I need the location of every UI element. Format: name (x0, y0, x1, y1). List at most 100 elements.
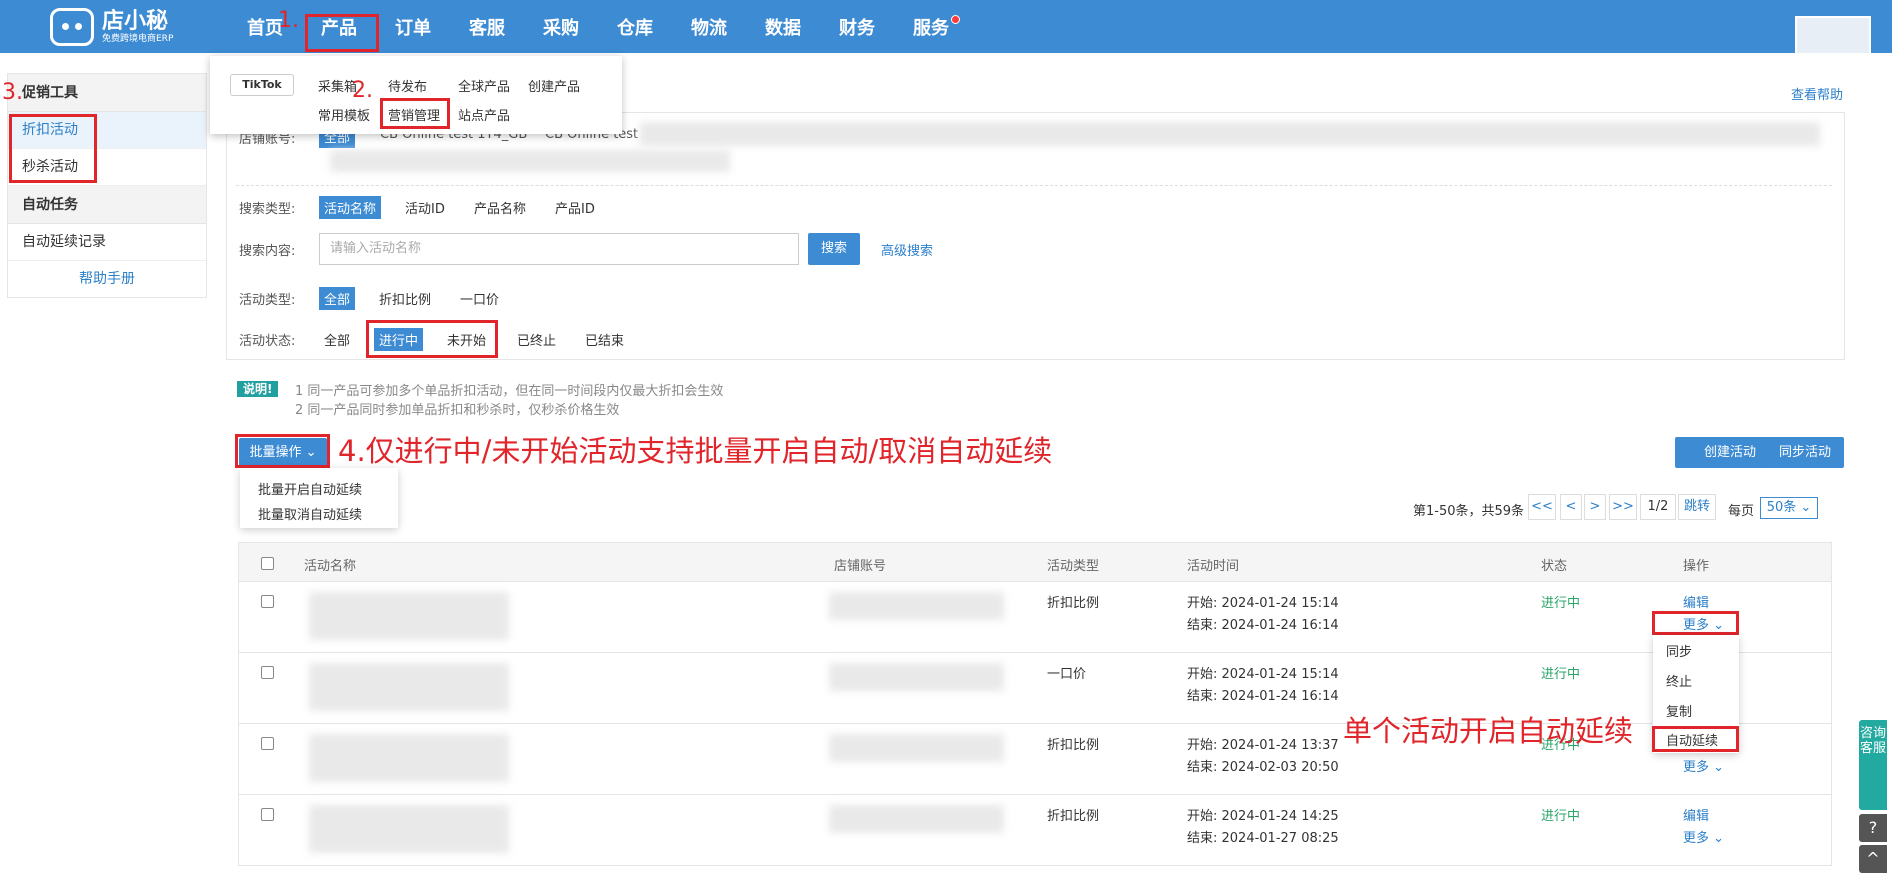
status-badge: 进行中 (1541, 667, 1581, 682)
more-link[interactable]: 更多 ⌄ (1683, 756, 1724, 775)
menu-create-product[interactable]: 创建产品 (528, 76, 580, 95)
nav-logistics[interactable]: 物流 (672, 0, 746, 53)
batch-cancel-auto-renew[interactable]: 批量取消自动延续 (258, 504, 362, 523)
table-row: 折扣比例 开始: 2024-01-24 15:14 结束: 2024-01-24… (238, 582, 1832, 653)
pager-last[interactable]: >> (1609, 494, 1637, 520)
activity-type-all[interactable]: 全部 (319, 287, 356, 310)
customer-service-button[interactable]: 咨询客服 (1859, 720, 1887, 810)
annotation-step-5: 单个活动开启自动延续 (1343, 714, 1634, 748)
cell-end: 结束: 2024-01-27 08:25 (1187, 831, 1339, 846)
activity-type-fixed-price[interactable]: 一口价 (455, 287, 504, 310)
help-question-icon[interactable]: ? (1859, 814, 1887, 842)
th-operation: 操作 (1683, 559, 1710, 574)
nav-product[interactable]: 产品 (302, 0, 376, 53)
left-sidebar: 促销工具 折扣活动 秒杀活动 自动任务 自动延续记录 帮助手册 (7, 73, 207, 298)
back-to-top-icon[interactable]: ^ (1859, 845, 1887, 873)
activity-type-discount[interactable]: 折扣比例 (374, 287, 436, 310)
more-sync[interactable]: 同步 (1666, 641, 1692, 660)
search-type-product-name[interactable]: 产品名称 (469, 196, 531, 219)
more-link[interactable]: 更多 ⌄ (1683, 614, 1724, 633)
nav-services-label: 服务 (913, 17, 949, 39)
status-ended[interactable]: 已结束 (580, 328, 629, 351)
sidebar-help-manual[interactable]: 帮助手册 (8, 261, 206, 297)
menu-marketing[interactable]: 营销管理 (388, 105, 440, 124)
row-checkbox[interactable] (261, 737, 274, 750)
search-input[interactable]: 请输入活动名称 (319, 233, 799, 265)
search-button[interactable]: 搜索 (808, 233, 860, 265)
batch-dropdown-menu: 批量开启自动延续 批量取消自动延续 (240, 468, 398, 528)
product-dropdown-menu: TikTok 采集箱 待发布 全球产品 创建产品 常用模板 营销管理 站点产品 (210, 56, 622, 134)
help-link[interactable]: 查看帮助 (1791, 84, 1843, 103)
notification-dot (951, 15, 960, 24)
nav-finance[interactable]: 财务 (820, 0, 894, 53)
blurred-activity-name (309, 592, 509, 640)
status-all[interactable]: 全部 (319, 328, 355, 351)
pager-summary: 第1-50条，共59条 (1413, 504, 1525, 519)
more-label: 更多 (1683, 760, 1710, 775)
nav-purchase[interactable]: 采购 (524, 0, 598, 53)
nav-service[interactable]: 客服 (450, 0, 524, 53)
per-page-value: 50条 (1766, 500, 1797, 515)
sync-activity-button[interactable]: 同步活动 (1766, 437, 1844, 468)
pager-jump[interactable]: 跳转 (1678, 494, 1716, 520)
row-checkbox[interactable] (261, 808, 274, 821)
th-activity-type: 活动类型 (1047, 559, 1100, 574)
cell-start: 开始: 2024-01-24 15:14 (1187, 667, 1339, 682)
advanced-search-link[interactable]: 高级搜索 (881, 240, 933, 259)
chevron-down-icon: ⌄ (305, 445, 317, 460)
note-line-1: 1 同一产品可参加多个单品折扣活动，但在同一时间段内仅最大折扣会生效 (295, 384, 724, 399)
th-activity-time: 活动时间 (1187, 559, 1240, 574)
logo-subtitle: 免费跨境电商ERP (102, 33, 174, 44)
sidebar-item-discount[interactable]: 折扣活动 (8, 112, 206, 149)
select-all-checkbox[interactable] (261, 557, 274, 570)
nav-order[interactable]: 订单 (376, 0, 450, 53)
status-badge: 进行中 (1541, 596, 1581, 611)
chevron-down-icon: ⌄ (1709, 760, 1725, 775)
more-terminate[interactable]: 终止 (1666, 671, 1692, 690)
user-avatar[interactable] (1795, 16, 1871, 53)
tiktok-platform-logo[interactable]: TikTok (230, 74, 294, 96)
sidebar-item-auto-renew-log[interactable]: 自动延续记录 (8, 224, 206, 261)
cell-start: 开始: 2024-01-24 13:37 (1187, 738, 1339, 753)
more-auto-renew[interactable]: 自动延续 (1666, 730, 1718, 749)
nav-services[interactable]: 服务 (894, 0, 968, 53)
per-page-select[interactable]: 50条 ⌄ (1760, 497, 1818, 519)
status-terminated[interactable]: 已终止 (512, 328, 561, 351)
cell-start: 开始: 2024-01-24 14:25 (1187, 809, 1339, 824)
cell-end: 结束: 2024-01-24 16:14 (1187, 618, 1339, 633)
more-copy[interactable]: 复制 (1666, 701, 1692, 720)
menu-global-product[interactable]: 全球产品 (458, 76, 510, 95)
nav-warehouse[interactable]: 仓库 (598, 0, 672, 53)
sidebar-item-flash-sale[interactable]: 秒杀活动 (8, 149, 206, 186)
status-ongoing[interactable]: 进行中 (374, 328, 424, 351)
menu-site-product[interactable]: 站点产品 (458, 105, 510, 124)
blurred-shop (829, 592, 1004, 620)
menu-templates[interactable]: 常用模板 (318, 105, 370, 124)
row-checkbox[interactable] (261, 595, 274, 608)
cell-type: 折扣比例 (1047, 596, 1100, 611)
more-link[interactable]: 更多 ⌄ (1683, 827, 1724, 846)
pager-first[interactable]: << (1528, 494, 1556, 520)
edit-link[interactable]: 编辑 (1683, 805, 1709, 824)
blurred-shops-2 (330, 150, 730, 172)
pager-prev[interactable]: < (1560, 494, 1582, 520)
search-type-activity-name[interactable]: 活动名称 (319, 196, 382, 219)
cell-type: 一口价 (1047, 667, 1087, 682)
blurred-activity-name (309, 663, 509, 711)
menu-pending-publish[interactable]: 待发布 (388, 76, 427, 95)
divider (236, 185, 1832, 186)
logo[interactable]: 店小秘 免费跨境电商ERP (50, 0, 173, 53)
search-type-product-id[interactable]: 产品ID (550, 196, 600, 219)
row-checkbox[interactable] (261, 666, 274, 679)
batch-enable-auto-renew[interactable]: 批量开启自动延续 (258, 479, 362, 498)
batch-operation-button[interactable]: 批量操作 ⌄ (239, 438, 327, 468)
edit-link[interactable]: 编辑 (1683, 592, 1709, 611)
status-not-started[interactable]: 未开始 (442, 328, 491, 351)
batch-label: 批量操作 (249, 445, 302, 460)
nav-data[interactable]: 数据 (746, 0, 820, 53)
annotation-step-3: 3. (2, 80, 23, 105)
cell-type: 折扣比例 (1047, 809, 1100, 824)
blurred-activity-name (309, 805, 509, 853)
pager-next[interactable]: > (1584, 494, 1606, 520)
search-type-activity-id[interactable]: 活动ID (400, 196, 450, 219)
